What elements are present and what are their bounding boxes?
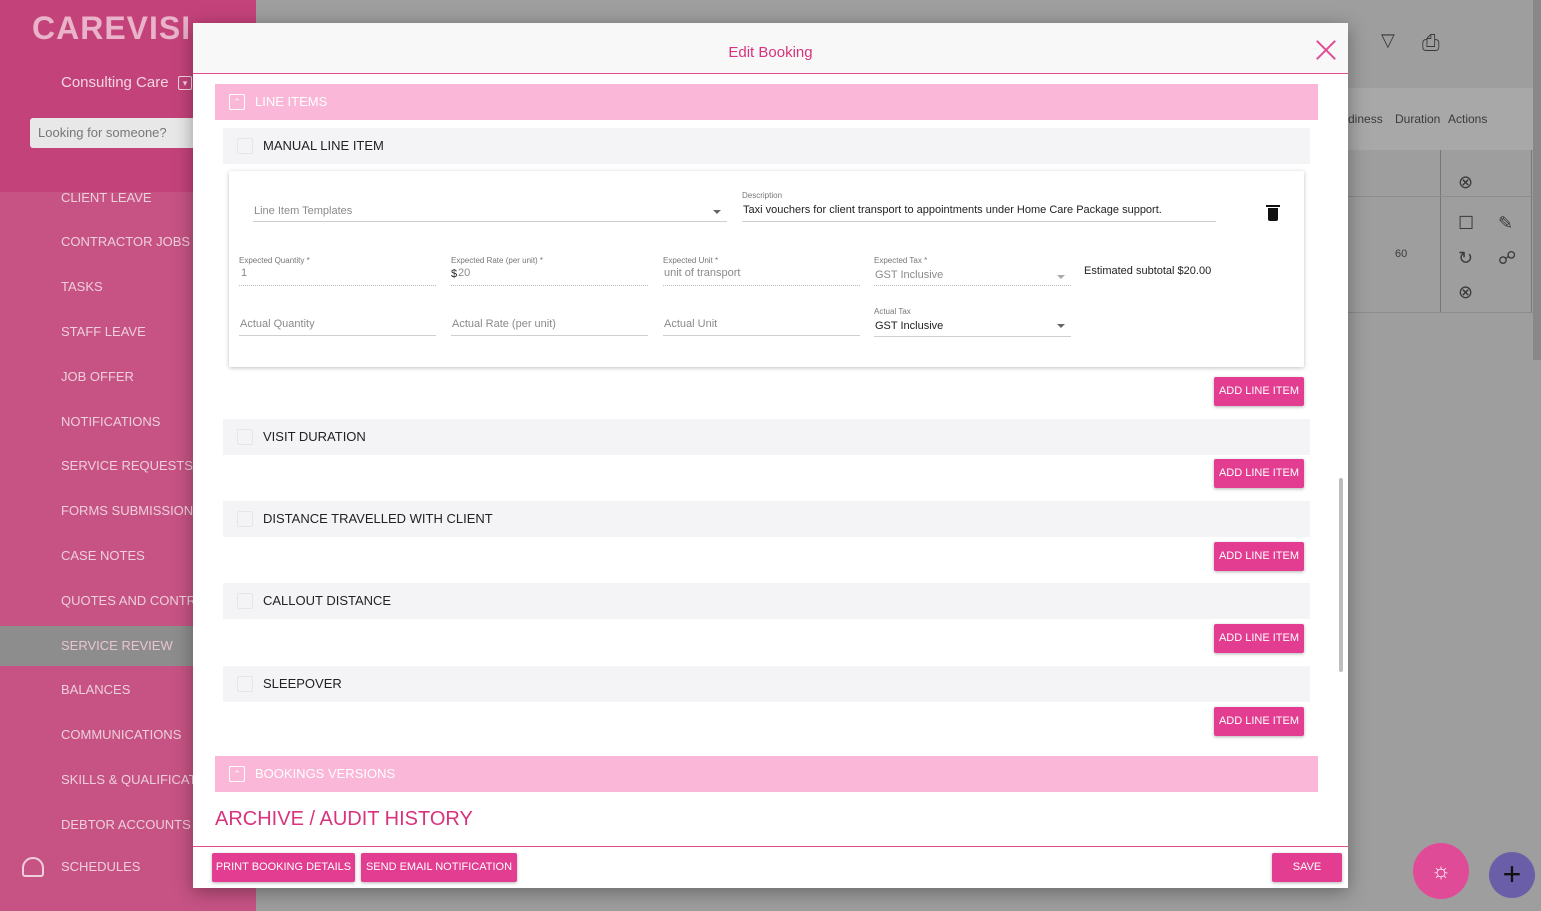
gauge-icon	[22, 857, 44, 877]
actual-unit-placeholder: Actual Unit	[664, 318, 718, 330]
lightbulb-icon: ☼	[1430, 858, 1452, 883]
actual-tax-select[interactable]: GST Inclusive	[874, 316, 1071, 337]
estimated-subtotal: Estimated subtotal $20.00	[1084, 265, 1212, 277]
plus-icon: +	[1502, 856, 1522, 892]
group-title: VISIT DURATION	[263, 429, 366, 444]
send-email-notification-button[interactable]: SEND EMAIL NOTIFICATION	[361, 853, 517, 882]
page-scrollbar[interactable]	[1533, 0, 1541, 360]
actual-tax-value: GST Inclusive	[875, 320, 944, 332]
actual-rate-field[interactable]: Actual Rate (per unit)	[451, 314, 648, 336]
expected-tax-select[interactable]: GST Inclusive	[874, 265, 1071, 286]
save-button[interactable]: SAVE	[1272, 853, 1342, 882]
actual-quantity-placeholder: Actual Quantity	[240, 318, 315, 330]
cancel-icon[interactable]: ⊗	[1458, 172, 1473, 193]
group-sleepover[interactable]: SLEEPOVER	[223, 666, 1310, 702]
expected-unit-field[interactable]: unit of transport	[663, 265, 860, 286]
group-title: SLEEPOVER	[263, 676, 342, 691]
expected-unit-value: unit of transport	[664, 267, 741, 279]
divider	[1531, 150, 1532, 312]
edit-icon[interactable]: ✎	[1498, 213, 1513, 234]
print-icon[interactable]: ⎙	[1422, 30, 1440, 56]
column-header-duration: Duration	[1395, 112, 1441, 126]
description-field[interactable]: Taxi vouchers for client transport to ap…	[742, 201, 1216, 222]
group-manual-line-item[interactable]: MANUAL LINE ITEM	[223, 128, 1310, 164]
expected-rate-label: Expected Rate (per unit) *	[451, 256, 544, 265]
currency-prefix: $	[451, 268, 458, 280]
chevron-down-icon	[713, 210, 721, 214]
chevron-down-icon[interactable]: ▾	[178, 76, 192, 90]
lightbulb-button[interactable]: ☼	[1413, 843, 1469, 899]
group-title: DISTANCE TRAVELLED WITH CLIENT	[263, 511, 493, 526]
expected-quantity-value: 1	[241, 267, 248, 279]
org-name[interactable]: Consulting Care	[61, 74, 169, 91]
add-line-item-button-manual[interactable]: ADD LINE ITEM	[1214, 377, 1304, 406]
expected-rate-field[interactable]: $ 20	[451, 265, 648, 286]
group-distance-travelled[interactable]: DISTANCE TRAVELLED WITH CLIENT	[223, 501, 1310, 537]
chat-icon[interactable]: ☍	[1498, 248, 1516, 269]
checkbox-icon[interactable]: ☐	[1458, 213, 1474, 234]
actual-rate-placeholder: Actual Rate (per unit)	[452, 318, 556, 330]
cancel-icon[interactable]: ⊗	[1458, 282, 1473, 303]
refresh-icon[interactable]: ↻	[1458, 248, 1473, 269]
print-booking-details-button[interactable]: PRINT BOOKING DETAILS	[212, 853, 355, 882]
divider	[1348, 312, 1533, 313]
line-item-templates-select[interactable]: Line Item Templates	[253, 201, 727, 222]
divider	[1348, 196, 1533, 197]
group-callout-distance[interactable]: CALLOUT DISTANCE	[223, 583, 1310, 619]
chevron-icon	[237, 511, 253, 527]
section-line-items[interactable]: ⌃ LINE ITEMS	[215, 84, 1318, 120]
chevron-up-icon: ⌃	[229, 766, 245, 782]
description-label: Description	[742, 191, 783, 200]
expected-rate-value: 20	[458, 267, 471, 279]
add-line-item-button-visit-duration[interactable]: ADD LINE ITEM	[1214, 459, 1304, 488]
section-title: LINE ITEMS	[255, 94, 328, 109]
app-logo: CAREVISI	[32, 10, 192, 46]
chevron-icon	[237, 593, 253, 609]
line-item-card: Line Item Templates Description Taxi vou…	[229, 171, 1304, 367]
trash-icon[interactable]	[1266, 205, 1280, 221]
divider	[1440, 150, 1441, 312]
column-header-actions: Actions	[1448, 112, 1488, 126]
audit-history-heading: ARCHIVE / AUDIT HISTORY	[215, 808, 473, 830]
actual-quantity-field[interactable]: Actual Quantity	[239, 314, 436, 336]
chevron-down-icon	[1057, 275, 1065, 279]
group-title: CALLOUT DISTANCE	[263, 593, 392, 608]
chevron-icon	[237, 429, 253, 445]
line-item-templates-placeholder: Line Item Templates	[254, 205, 353, 217]
group-title: MANUAL LINE ITEM	[263, 138, 384, 153]
section-title: BOOKINGS VERSIONS	[255, 766, 396, 781]
sidebar-item-label: SCHEDULES	[61, 859, 141, 874]
add-line-item-button-sleepover[interactable]: ADD LINE ITEM	[1214, 707, 1304, 736]
expected-quantity-field[interactable]: 1	[239, 265, 436, 286]
expected-quantity-label: Expected Quantity *	[239, 256, 310, 265]
modal-body: ⌃ LINE ITEMS MANUAL LINE ITEM Line Item …	[193, 75, 1348, 846]
chevron-up-icon: ⌃	[229, 94, 245, 110]
close-icon[interactable]	[1315, 39, 1337, 61]
modal-footer: PRINT BOOKING DETAILS SEND EMAIL NOTIFIC…	[193, 846, 1348, 888]
filter-icon[interactable]: ▽	[1381, 30, 1395, 51]
chevron-down-icon	[1057, 324, 1065, 328]
add-line-item-button-distance[interactable]: ADD LINE ITEM	[1214, 542, 1304, 571]
description-value: Taxi vouchers for client transport to ap…	[743, 204, 1162, 216]
modal-title: Edit Booking	[728, 44, 813, 61]
duration-cell: 60	[1395, 248, 1408, 260]
edit-booking-modal: Edit Booking ⌃ LINE ITEMS MANUAL LINE IT…	[193, 23, 1348, 888]
expected-unit-label: Expected Unit *	[663, 256, 719, 265]
add-button[interactable]: +	[1489, 852, 1535, 898]
expected-tax-label: Expected Tax *	[874, 256, 928, 265]
add-line-item-button-callout[interactable]: ADD LINE ITEM	[1214, 624, 1304, 653]
expected-tax-value: GST Inclusive	[875, 269, 944, 281]
chevron-icon	[237, 676, 253, 692]
group-visit-duration[interactable]: VISIT DURATION	[223, 419, 1310, 455]
section-bookings-versions[interactable]: ⌃ BOOKINGS VERSIONS	[215, 756, 1318, 792]
chevron-icon	[237, 138, 253, 154]
column-header-readiness: diness	[1348, 112, 1383, 126]
modal-header: Edit Booking	[193, 23, 1348, 74]
actual-unit-field[interactable]: Actual Unit	[663, 314, 860, 336]
actual-tax-label: Actual Tax	[874, 307, 911, 316]
modal-scrollbar[interactable]	[1339, 478, 1343, 672]
